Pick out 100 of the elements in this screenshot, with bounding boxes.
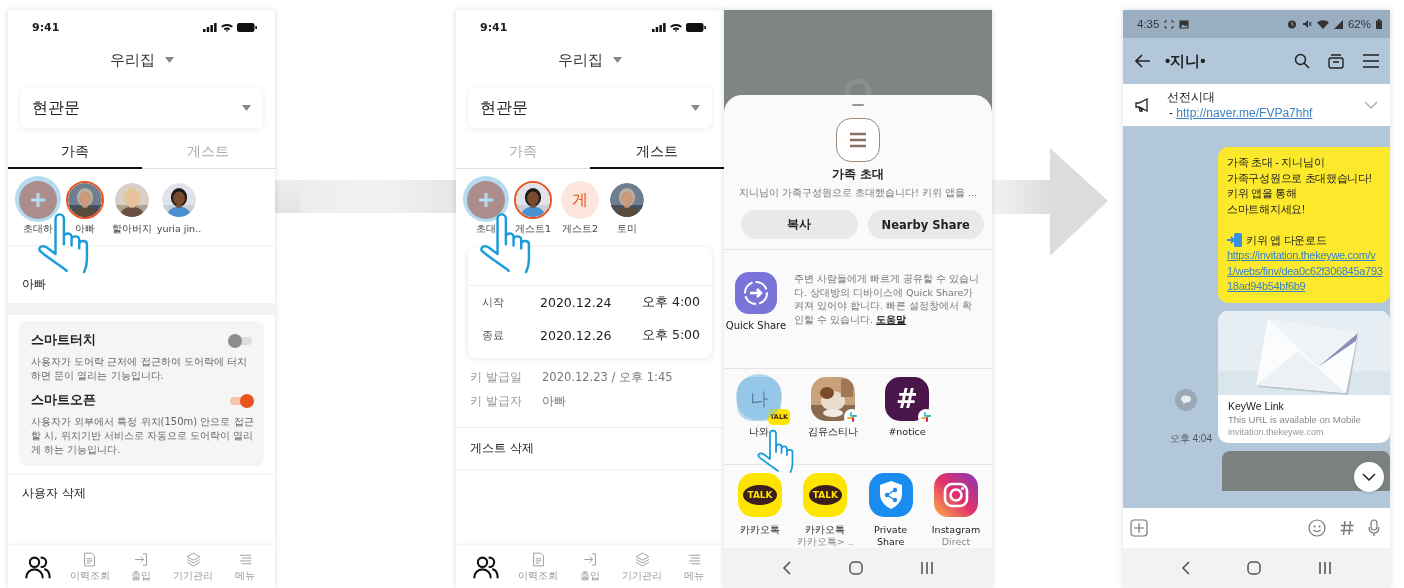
share-title: 가족 초대 <box>830 166 886 183</box>
invite-button[interactable] <box>467 181 505 219</box>
channel-avatar[interactable]: # <box>885 377 929 421</box>
home-icon[interactable] <box>1247 561 1262 575</box>
status-time: 9:41 <box>32 20 60 34</box>
home-dropdown[interactable]: 우리집 <box>101 42 182 78</box>
shield-icon <box>868 473 913 517</box>
setting-title: 스마트오픈 <box>31 392 96 409</box>
member-name: yuria jin.. <box>156 223 202 234</box>
app-button[interactable]: TALK 카카오톡 <box>730 473 790 548</box>
recents-icon[interactable] <box>1317 562 1332 574</box>
back-icon[interactable] <box>782 561 793 575</box>
info-value: 아빠 <box>542 394 566 409</box>
share-button[interactable]: 복사 <box>741 210 858 239</box>
mic-icon[interactable] <box>1368 519 1380 537</box>
alarm-icon <box>1286 19 1297 29</box>
layers-icon <box>633 550 651 568</box>
phone-arrow-icon <box>1227 233 1243 248</box>
member-name: 초대하 <box>23 223 53 236</box>
app-button[interactable]: Private Share <box>860 473 921 548</box>
pinwheel-icon <box>918 409 934 425</box>
plus-icon[interactable] <box>1130 519 1148 537</box>
toggle-switch[interactable] <box>228 393 254 408</box>
door-dropdown[interactable]: 현관문 <box>468 88 712 128</box>
link-card[interactable]: KeyWe Link This URL is available on Mobile invitation.thekeywe.com <box>1218 310 1390 443</box>
back-icon[interactable] <box>1181 561 1192 575</box>
member-name: 게스트2 <box>561 223 598 236</box>
period-date: 2020.12.24 <box>540 295 613 310</box>
menu-icon[interactable] <box>1362 54 1380 68</box>
screenshot-icon <box>1164 19 1175 29</box>
invite-button[interactable] <box>19 181 57 219</box>
battery-percent: 62% <box>1347 18 1371 30</box>
wifi-icon <box>1316 19 1329 29</box>
period-time: 오후 4:00 <box>641 294 700 311</box>
setting-description: 사용자가 도어락 근처에 접근하여 도어락에 터치하면 문이 열리는 기능입니다. <box>31 355 248 383</box>
notice-title: 선전시대 <box>1167 89 1216 105</box>
chevron-down-icon <box>1362 473 1376 481</box>
quick-share-description: 주변 사람들에게 빠르게 공유할 수 있습니다. 상대방의 디바이스에 Quick Share가 켜져 있어야 합니다. 빠른 설정창에서 확인할 수 있습니다. 도움말 <box>794 272 981 327</box>
message-text: 가족 초대 - 지니님이 가족구성원으로 초대했습니다! 키위 앱을 통해 스마트해지세요! <box>1227 155 1373 217</box>
wifi-icon <box>670 22 682 32</box>
ring-icon <box>843 77 873 95</box>
field-value: 아빠 <box>22 276 47 293</box>
status-time: 9:41 <box>480 20 508 34</box>
chat-bubble-icon: TALK <box>738 473 782 517</box>
contact-name: 김유스티나 <box>808 426 858 439</box>
image-icon <box>1179 19 1190 29</box>
status-time: 4:35 <box>1137 18 1160 30</box>
toggle-switch[interactable] <box>228 333 254 348</box>
link-domain: invitation.thekeywe.com <box>1228 426 1325 437</box>
door-dropdown[interactable]: 현관문 <box>20 88 263 128</box>
download-label: 키위 앱 다운로드 <box>1246 232 1327 248</box>
member-name: 게스트1 <box>514 223 551 236</box>
quick-share-icon <box>735 272 777 314</box>
member-name: 토미 <box>617 223 637 236</box>
home-dropdown[interactable]: 우리집 <box>550 42 630 78</box>
member-name: 초대 <box>476 223 496 236</box>
setting-description: 사용자가 외부에서 특정 위치(150m) 안으로 접근할 시, 위치기반 서비스로 자동으로 도어락이 열리게 하는 기능입니다. <box>31 415 254 457</box>
contact-name: 나와 <box>749 426 769 439</box>
battery-icon <box>237 22 257 32</box>
caret-icon <box>613 57 622 63</box>
caret-icon <box>164 57 174 63</box>
avatar-frame[interactable] <box>66 181 104 219</box>
pinwheel-icon <box>844 409 860 425</box>
member-name: 아빠 <box>75 223 95 236</box>
tap-ripple <box>463 176 509 222</box>
period-label: 종료 <box>482 328 505 343</box>
recents-icon[interactable] <box>919 562 934 574</box>
emoji-icon[interactable] <box>1308 519 1326 537</box>
app-button[interactable]: Instagram Direct <box>926 473 986 548</box>
signal-icon <box>1333 19 1343 29</box>
period-time: 오후 5:00 <box>641 327 700 344</box>
notice-prefix: - <box>1169 106 1174 120</box>
link-description: This URL is available on Mobile <box>1228 413 1362 425</box>
app-button[interactable]: TALK 카카오톡 카카오톡> .. <box>795 473 856 548</box>
hash-icon[interactable] <box>1340 520 1354 536</box>
plus-icon <box>478 192 494 208</box>
enter-icon <box>133 550 150 568</box>
period-date: 2020.12.26 <box>540 328 613 343</box>
drawer-icon[interactable] <box>1328 53 1344 69</box>
notice-bar[interactable]: 선전시대 - http://naver.me/FVPa7hhf <box>1123 84 1390 126</box>
battery-icon <box>686 22 706 32</box>
period-label: 시작 <box>482 295 505 310</box>
link-title: KeyWe Link <box>1228 399 1285 412</box>
notice-link[interactable]: http://naver.me/FVPa7hhf <box>1176 106 1313 120</box>
mute-icon <box>1301 19 1312 29</box>
delete-user-item[interactable]: 사용자 삭제 <box>22 486 86 500</box>
avatar-frame[interactable] <box>514 181 552 219</box>
back-arrow-icon[interactable] <box>1135 54 1151 68</box>
chat-bubble-icon: TALK <box>803 473 848 517</box>
home-icon[interactable] <box>849 561 863 575</box>
help-link[interactable]: 도움말 <box>876 313 907 325</box>
signal-icon <box>652 22 666 32</box>
search-icon[interactable] <box>1294 53 1310 69</box>
delete-guest-item[interactable]: 게스트 삭제 <box>470 441 534 455</box>
plus-icon <box>30 192 46 208</box>
share-button[interactable]: Nearby Share <box>867 210 984 239</box>
quick-share-button[interactable]: Quick Share <box>728 272 784 368</box>
camera-icon <box>934 473 978 517</box>
tab[interactable]: 가족 <box>8 136 142 169</box>
info-value: 2020.12.23 / 오후 1:45 <box>542 370 673 385</box>
